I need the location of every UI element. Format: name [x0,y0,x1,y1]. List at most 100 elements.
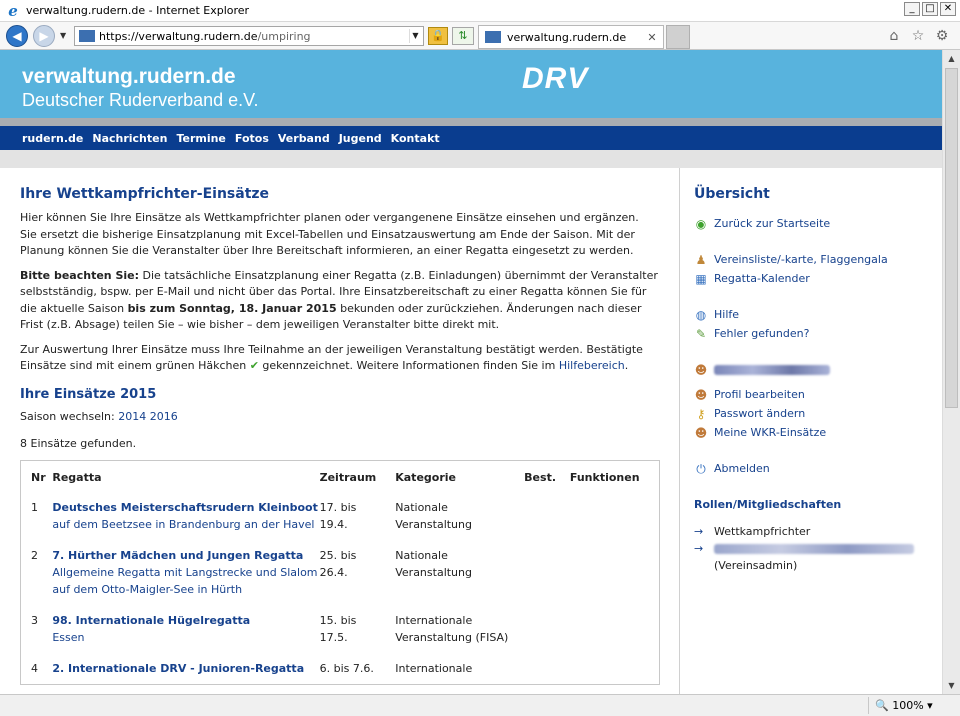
umpire-icon: ☻ [694,425,708,440]
close-button[interactable]: ✕ [940,2,956,16]
row-nr: 1 [31,500,38,514]
lock-icon[interactable]: 🔒 [428,27,448,45]
nav-item-fotos[interactable]: Fotos [235,132,269,145]
browser-tab[interactable]: verwaltung.rudern.de ✕ [478,25,664,49]
sidebar-link-label[interactable]: Passwort ändern [714,407,805,420]
sidebar-link-label[interactable]: Profil bearbeiten [714,388,805,401]
zeitraum: 17. bis [319,500,357,514]
sidebar-link-label[interactable]: Regatta-Kalender [714,272,810,285]
tab-close-icon[interactable]: ✕ [645,31,659,44]
kategorie-line2: Veranstaltung [395,517,472,531]
best-cell [524,492,570,540]
page-viewport: verwaltung.rudern.de Deutscher Ruderverb… [0,50,942,694]
sidebar-item-kalender[interactable]: ▦ Regatta-Kalender [694,269,934,288]
season-link-2016[interactable]: 2016 [150,410,178,423]
col-header-best: Best. [524,470,557,484]
sidebar-link-label[interactable]: Fehler gefunden? [714,327,809,340]
address-bar[interactable]: https://verwaltung.rudern.de/umpiring ▼ [74,26,424,46]
minimize-button[interactable]: _ [904,2,920,16]
best-cell [524,605,570,653]
header-divider [0,118,942,126]
sidebar-link-label[interactable]: Hilfe [714,308,739,321]
role-label: (Vereinsadmin) [714,559,798,572]
kategorie: Internationale [395,613,473,627]
row-nr: 4 [31,661,38,675]
new-tab-button[interactable] [666,25,690,49]
sidebar-heading: Übersicht [694,186,770,202]
favorites-star-icon[interactable]: ☆ [910,28,926,44]
kategorie-line2: Veranstaltung (FISA) [395,630,509,644]
regatta-link[interactable]: 98. Internationale Hügelregatta [52,614,250,627]
zeitraum: 25. bis [319,548,357,562]
sidebar-item-abmelden[interactable]: ⏻ Abmelden [694,459,934,478]
zoom-icon: 🔍 [875,699,893,712]
back-icon[interactable]: ◀ [6,25,28,47]
address-text: https://verwaltung.rudern.de/umpiring [99,29,311,43]
sidebar-item-vereinsliste[interactable]: ♟ Vereinsliste/-karte, Flaggengala [694,250,934,269]
maximize-button[interactable]: □ [922,2,938,16]
kategorie: Internationale [395,661,473,675]
roles-heading: Rollen/Mitgliedschaften [694,498,842,511]
table-row: 4 2. Internationale DRV - Junioren-Regat… [21,653,660,685]
history-dropdown-icon[interactable]: ▼ [60,31,66,40]
regatta-link[interactable]: 2. Internationale DRV - Junioren-Regatta [52,662,304,675]
sidebar-item-back[interactable]: ◉ Zurück zur Startseite [694,214,934,233]
funktionen-cell [570,540,660,605]
sidebar-item-fehler[interactable]: ✎ Fehler gefunden? [694,324,934,343]
zoom-level[interactable]: 🔍 100% ▾ [868,697,942,714]
evaluation-paragraph: Zur Auswertung Ihrer Einsätze muss Ihre … [20,342,643,373]
clubs-icon: ♟ [695,252,707,267]
nav-item-rudern[interactable]: rudern.de [22,132,83,145]
tab-favicon-icon [485,31,501,43]
user-name-redacted [714,364,830,375]
window-titlebar: e verwaltung.rudern.de - Internet Explor… [0,0,960,22]
sidebar-item-profil[interactable]: ☻ Profil bearbeiten [694,385,934,404]
nav-item-verband[interactable]: Verband [278,132,330,145]
nav-item-termine[interactable]: Termine [176,132,225,145]
nav-item-jugend[interactable]: Jugend [339,132,382,145]
logout-power-icon: ⏻ [696,461,706,476]
calendar-icon: ▦ [695,271,707,286]
table-row: 3 98. Internationale Hügelregatta Essen 1… [21,605,660,653]
address-dropdown-icon[interactable]: ▼ [409,29,421,43]
role-item: → [694,540,934,557]
sidebar-item-passwort[interactable]: ⚷ Passwort ändern [694,404,934,423]
vertical-scrollbar[interactable]: ▲ ▼ [942,50,960,694]
season-link-2014[interactable]: 2014 [118,410,146,423]
regatta-link[interactable]: 7. Hürther Mädchen und Jungen Regatta [52,549,303,562]
sidebar: Übersicht ◉ Zurück zur Startseite ♟ Verein… [694,168,934,574]
scroll-up-icon[interactable]: ▲ [943,50,960,67]
refresh-icon[interactable]: ⇅ [452,27,474,45]
site-favicon-icon [79,30,95,42]
col-header-nr: Nr [31,470,46,484]
sidebar-link-label[interactable]: Meine WKR-Einsätze [714,426,826,439]
sidebar-item-einsaetze[interactable]: ☻ Meine WKR-Einsätze [694,423,934,442]
home-icon[interactable]: ⌂ [886,28,902,44]
nav-item-nachrichten[interactable]: Nachrichten [92,132,167,145]
sidebar-link-label[interactable]: Vereinsliste/-karte, Flaggengala [714,253,888,266]
best-cell [524,540,570,605]
kategorie-line2: Veranstaltung [395,565,472,579]
sidebar-item-hilfe[interactable]: ◍ Hilfe [694,305,934,324]
user-icon: ☻ [694,362,708,377]
regatta-link[interactable]: Deutsches Meisterschaftsrudern Kleinboot [52,501,317,514]
sidebar-link-label[interactable]: Zurück zur Startseite [714,217,830,230]
settings-gear-icon[interactable]: ⚙ [934,28,950,44]
nav-item-kontakt[interactable]: Kontakt [391,132,440,145]
forward-icon[interactable]: ▶ [33,25,55,47]
help-area-link[interactable]: Hilfebereich [559,359,625,372]
kategorie: Nationale [395,500,448,514]
col-header-funktionen: Funktionen [569,470,640,484]
funktionen-cell [570,605,660,653]
zeitraum: 6. bis 7.6. [319,661,374,675]
sidebar-link-label[interactable]: Abmelden [714,462,770,475]
role-item: → Wettkampfrichter [694,523,934,540]
site-subtitle: Deutscher Ruderverband e.V. [22,90,259,110]
zeitraum-end: 17.5. [319,630,348,644]
subnav-band [0,150,942,168]
scroll-down-icon[interactable]: ▼ [943,677,960,694]
scrollbar-thumb[interactable] [945,68,958,408]
main-nav: rudern.de Nachrichten Termine Fotos Verb… [0,126,942,150]
bug-icon: ✎ [695,326,707,341]
drv-logo[interactable]: DRV [522,62,588,96]
